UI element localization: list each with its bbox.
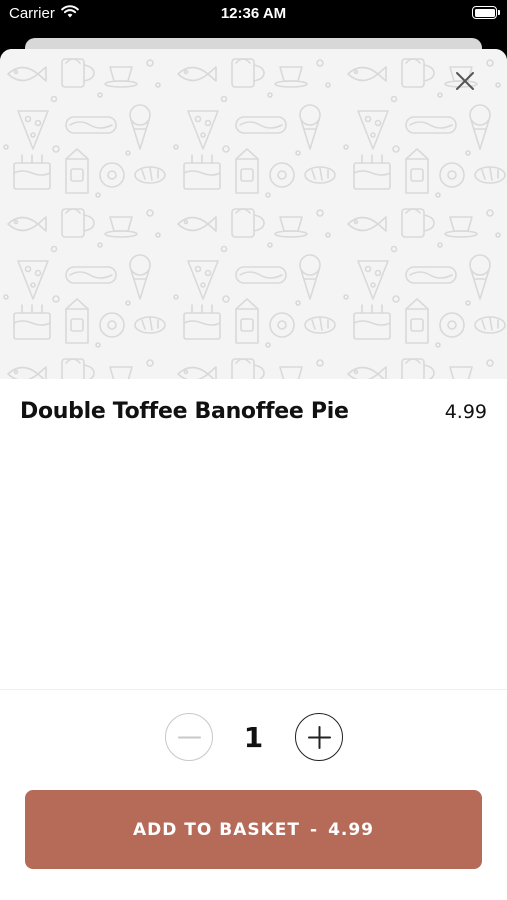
product-header: Double Toffee Banoffee Pie 4.99 — [20, 399, 487, 424]
battery-icon — [472, 6, 500, 19]
add-button-separator: - — [310, 819, 319, 840]
status-bar: Carrier 12:36 AM — [0, 0, 507, 30]
product-sheet: Double Toffee Banoffee Pie 4.99 1 ADD TO… — [0, 49, 507, 900]
minus-icon — [177, 736, 201, 739]
app-screen: Carrier 12:36 AM Double Toffee Banoffee … — [0, 0, 507, 900]
close-icon — [456, 72, 474, 90]
food-doodle-pattern — [0, 49, 507, 379]
close-button[interactable] — [453, 69, 477, 93]
add-to-basket-button[interactable]: ADD TO BASKET - 4.99 — [25, 790, 482, 869]
decrease-quantity-button[interactable] — [164, 713, 213, 761]
add-button-price: 4.99 — [328, 819, 375, 840]
add-button-label: ADD TO BASKET — [132, 819, 300, 840]
increase-quantity-button[interactable] — [294, 713, 343, 761]
divider — [0, 689, 507, 690]
status-time: 12:36 AM — [220, 5, 287, 22]
product-name: Double Toffee Banoffee Pie — [20, 399, 349, 424]
product-image-placeholder — [0, 49, 507, 379]
quantity-stepper: 1 — [0, 712, 507, 762]
quantity-value: 1 — [243, 720, 264, 754]
plus-icon — [307, 726, 331, 749]
product-price: 4.99 — [444, 401, 487, 423]
